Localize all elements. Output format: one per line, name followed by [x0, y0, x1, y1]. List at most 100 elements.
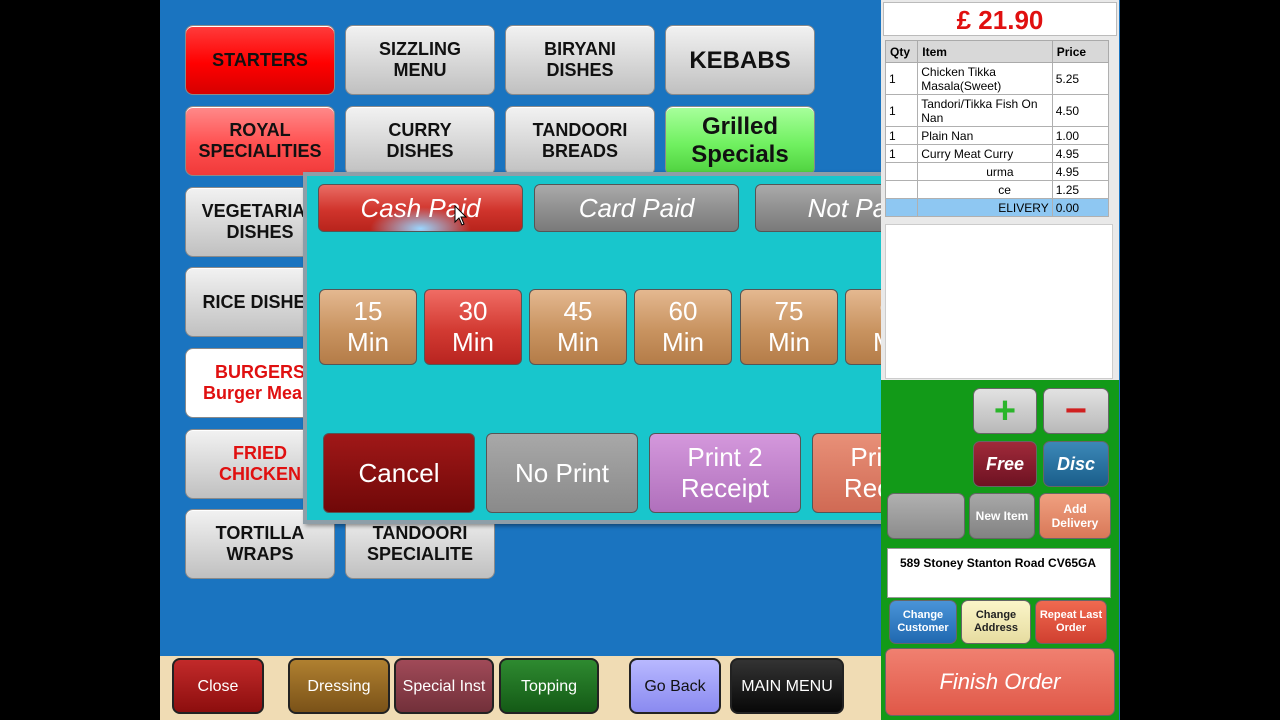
category-label: Burger Meals [202, 383, 318, 403]
order-price: 4.95 [1051, 162, 1110, 181]
free-button[interactable]: Free [973, 441, 1037, 487]
category-label: CURRY [388, 120, 452, 140]
payment-dialog: Cash Paid Card Paid Not Paid 15 Min 30 Min… [303, 172, 976, 524]
order-qty [884, 198, 919, 217]
category-label: TORTILLA [215, 523, 305, 543]
category-label: VEGETARIAN [201, 201, 319, 221]
category-royal-specialities[interactable]: ROYAL SPECIALITIES [185, 106, 335, 176]
time-value: 30 [458, 296, 488, 326]
category-label: RICE DISHES [202, 291, 318, 312]
order-price: 5.25 [1051, 62, 1110, 95]
order-price: 4.50 [1051, 94, 1110, 127]
category-curry-dishes[interactable]: CURRY DISHES [345, 106, 495, 176]
category-grilled-specials[interactable]: Grilled Specials [665, 106, 815, 176]
order-qty [884, 180, 919, 199]
order-table: Qty Item Price 1 Chicken Tikka Masala(Swe… [884, 40, 1110, 217]
order-item: Chicken Tikka Masala(Sweet) [917, 62, 1053, 95]
order-qty: 1 [884, 144, 919, 163]
cancel-button[interactable]: Cancel [323, 433, 475, 513]
category-starters[interactable]: STARTERS [185, 25, 335, 95]
order-item: ce [917, 180, 1053, 199]
category-label: DISHES [226, 222, 294, 242]
category-label: WRAPS [226, 544, 294, 564]
order-item: Curry Meat Curry [917, 144, 1053, 163]
change-customer-button[interactable]: Change Customer [889, 600, 957, 644]
order-row[interactable]: 1 Curry Meat Curry 4.95 [884, 144, 1110, 163]
time-60-button[interactable]: 60 Min [634, 289, 732, 365]
category-label: BREADS [541, 141, 618, 161]
order-row[interactable]: ce 1.25 [884, 180, 1110, 199]
card-paid-button[interactable]: Card Paid [534, 184, 739, 232]
qty-header: Qty [884, 40, 919, 63]
add-delivery-button[interactable]: Add Delivery [1039, 493, 1111, 539]
order-qty: 1 [884, 94, 919, 127]
cash-paid-button[interactable]: Cash Paid [318, 184, 523, 232]
time-value: 45 [563, 296, 593, 326]
print-2-receipt-button[interactable]: Print 2 Receipt [649, 433, 801, 513]
category-kebabs[interactable]: KEBABS [665, 25, 815, 95]
order-list-empty-area [885, 224, 1113, 379]
price-header: Price [1051, 40, 1110, 63]
category-tandoori-breads[interactable]: TANDOORI BREADS [505, 106, 655, 176]
topping-button[interactable]: Topping [499, 658, 599, 714]
time-45-button[interactable]: 45 Min [529, 289, 627, 365]
order-item: ELIVERY [917, 198, 1053, 217]
order-qty [884, 162, 919, 181]
dressing-button[interactable]: Dressing [288, 658, 390, 714]
category-sizzling-menu[interactable]: SIZZLING MENU [345, 25, 495, 95]
close-button[interactable]: Close [172, 658, 264, 714]
time-30-button[interactable]: 30 Min [424, 289, 522, 365]
order-table-header: Qty Item Price [884, 40, 1110, 63]
category-label: BURGERS [214, 362, 305, 382]
button-label: Receipt [680, 473, 770, 503]
category-biryani-dishes[interactable]: BIRYANI DISHES [505, 25, 655, 95]
order-row[interactable]: 1 Chicken Tikka Masala(Sweet) 5.25 [884, 62, 1110, 95]
order-row[interactable]: urma 4.95 [884, 162, 1110, 181]
category-label: SPECIALITE [366, 544, 473, 564]
disc-button[interactable]: Disc [1043, 441, 1109, 487]
time-unit: Min [557, 327, 599, 357]
order-panel: £ 21.90 Qty Item Price 1 Chicken Tikka Ma… [881, 0, 1119, 720]
category-label: Specials [691, 141, 789, 168]
category-label: ROYAL [229, 120, 291, 140]
button-label: Print 2 [687, 442, 763, 472]
finish-order-button[interactable]: Finish Order [885, 648, 1115, 716]
minus-icon[interactable]: − [1043, 388, 1109, 434]
order-qty: 1 [884, 62, 919, 95]
new-item-button[interactable]: New Item [969, 493, 1035, 539]
category-label: SIZZLING [379, 39, 461, 59]
hidden-button[interactable] [887, 493, 965, 539]
plus-icon[interactable]: + [973, 388, 1037, 434]
special-inst-button[interactable]: Special Inst [394, 658, 494, 714]
order-total: £ 21.90 [883, 2, 1117, 36]
order-item: Tandori/Tikka Fish On Nan [917, 94, 1053, 127]
category-label: SPECIALITIES [198, 141, 322, 161]
category-label: Grilled [701, 113, 779, 140]
order-qty: 1 [884, 126, 919, 145]
time-value: 15 [353, 296, 383, 326]
time-15-button[interactable]: 15 Min [319, 289, 417, 365]
time-unit: Min [662, 327, 704, 357]
category-label: TANDOORI [372, 523, 468, 543]
order-price: 4.95 [1051, 144, 1110, 163]
category-label: KEBABS [689, 46, 791, 74]
no-print-button[interactable]: No Print [486, 433, 638, 513]
category-label: DISHES [546, 60, 614, 80]
delivery-address: 589 Stoney Stanton Road CV65GA [887, 548, 1111, 598]
repeat-last-order-button[interactable]: Repeat Last Order [1035, 600, 1107, 644]
time-75-button[interactable]: 75 Min [740, 289, 838, 365]
category-label: CHICKEN [218, 464, 301, 484]
item-header: Item [917, 40, 1053, 63]
main-menu-button[interactable]: MAIN MENU [730, 658, 844, 714]
go-back-button[interactable]: Go Back [629, 658, 721, 714]
change-address-button[interactable]: Change Address [961, 600, 1031, 644]
order-price: 0.00 [1051, 198, 1110, 217]
time-unit: Min [347, 327, 389, 357]
category-label: MENU [393, 60, 447, 80]
order-row[interactable]: 1 Plain Nan 1.00 [884, 126, 1110, 145]
time-value: 75 [774, 296, 804, 326]
order-row[interactable]: ELIVERY 0.00 [884, 198, 1110, 217]
time-value: 60 [668, 296, 698, 326]
order-item: urma [917, 162, 1053, 181]
order-row[interactable]: 1 Tandori/Tikka Fish On Nan 4.50 [884, 94, 1110, 127]
